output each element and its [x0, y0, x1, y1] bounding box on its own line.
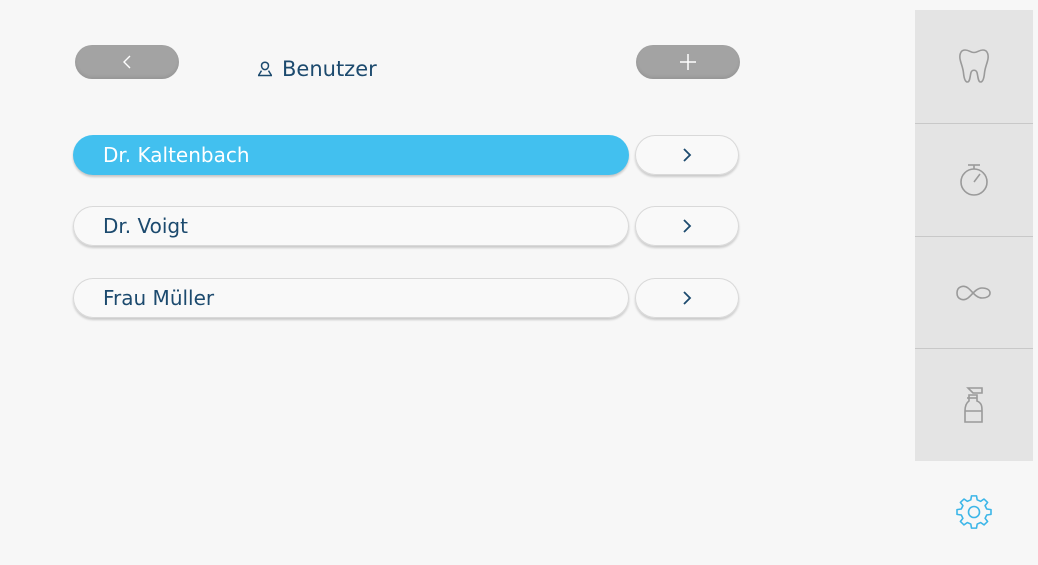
chevron-right-icon: [683, 291, 692, 305]
sidebar-item-timer[interactable]: [915, 124, 1033, 236]
gear-icon: [956, 495, 992, 529]
sidebar: [915, 10, 1033, 461]
user-name-label: Dr. Kaltenbach: [103, 143, 250, 167]
page-title: Benutzer: [256, 51, 377, 87]
stopwatch-icon: [960, 164, 988, 196]
sidebar-item-cycle[interactable]: [915, 237, 1033, 349]
user-name-label: Dr. Voigt: [103, 214, 188, 238]
user-row-voigt: Dr. Voigt: [73, 206, 741, 248]
user-details-button[interactable]: [635, 278, 739, 318]
chevron-right-icon: [683, 219, 692, 233]
plus-icon: [680, 54, 696, 70]
spray-bottle-icon: [964, 387, 983, 423]
sidebar-item-tooth[interactable]: [915, 10, 1033, 122]
chevron-left-icon: [123, 55, 131, 69]
user-row-kaltenbach: Dr. Kaltenbach: [73, 135, 741, 177]
user-details-button[interactable]: [635, 206, 739, 246]
add-user-button[interactable]: [636, 45, 740, 79]
sidebar-item-settings[interactable]: [915, 461, 1033, 565]
tooth-icon: [959, 49, 989, 83]
user-details-button[interactable]: [635, 135, 739, 175]
user-select-button[interactable]: Dr. Kaltenbach: [73, 135, 629, 175]
infinity-icon: [956, 285, 991, 301]
chevron-right-icon: [683, 148, 692, 162]
back-button[interactable]: [75, 45, 179, 79]
user-select-button[interactable]: Frau Müller: [73, 278, 629, 318]
user-name-label: Frau Müller: [103, 286, 215, 310]
user-row-mueller: Frau Müller: [73, 278, 741, 320]
user-select-button[interactable]: Dr. Voigt: [73, 206, 629, 246]
user-icon: [257, 61, 273, 77]
main-panel: Benutzer Dr. Kaltenbach Dr. Voigt Frau M…: [0, 0, 915, 565]
page-title-text: Benutzer: [282, 57, 377, 81]
sidebar-item-disinfection[interactable]: [915, 349, 1033, 461]
